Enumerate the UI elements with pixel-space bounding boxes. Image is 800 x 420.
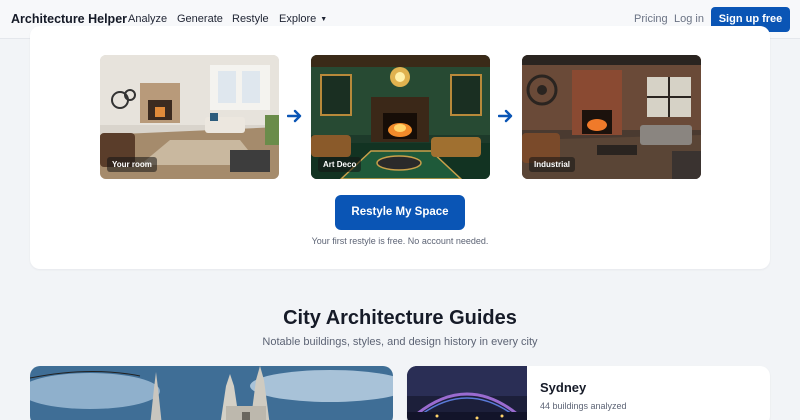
- nav-login[interactable]: Log in: [674, 13, 704, 25]
- nav-generate[interactable]: Generate: [177, 13, 223, 25]
- tile-industrial[interactable]: Industrial: [522, 55, 701, 179]
- city-building-count: 44 buildings analyzed: [540, 401, 627, 411]
- tile-label: Industrial: [529, 157, 576, 172]
- nav-restyle[interactable]: Restyle: [232, 13, 269, 25]
- tile-your-room[interactable]: Your room: [100, 55, 279, 179]
- section-title: City Architecture Guides: [283, 307, 517, 329]
- nav-explore-label: Explore: [279, 13, 317, 25]
- city-guide-card-sydney[interactable]: Sydney 44 buildings analyzed: [407, 366, 770, 420]
- cathedral-photo: [30, 366, 393, 420]
- section-subtitle: Notable buildings, styles, and design hi…: [262, 336, 538, 348]
- arrow-right-icon: [498, 109, 513, 123]
- tile-art-deco[interactable]: Art Deco: [311, 55, 490, 179]
- nav-analyze[interactable]: Analyze: [128, 13, 167, 25]
- tile-label: Art Deco: [318, 157, 362, 172]
- tile-label: Your room: [107, 157, 157, 172]
- arrow-right-icon: [287, 109, 302, 123]
- city-name: Sydney: [540, 380, 587, 395]
- nav-pricing[interactable]: Pricing: [634, 13, 668, 25]
- restyle-my-space-button[interactable]: Restyle My Space: [335, 195, 465, 230]
- sydney-photo: [407, 366, 527, 420]
- brand-logo[interactable]: Architecture Helper: [11, 12, 127, 26]
- nav-explore[interactable]: Explore ▼: [279, 13, 327, 25]
- chevron-down-icon: ▼: [320, 16, 328, 23]
- free-restyle-note: Your first restyle is free. No account n…: [311, 236, 489, 246]
- city-guide-card-featured[interactable]: [30, 366, 393, 420]
